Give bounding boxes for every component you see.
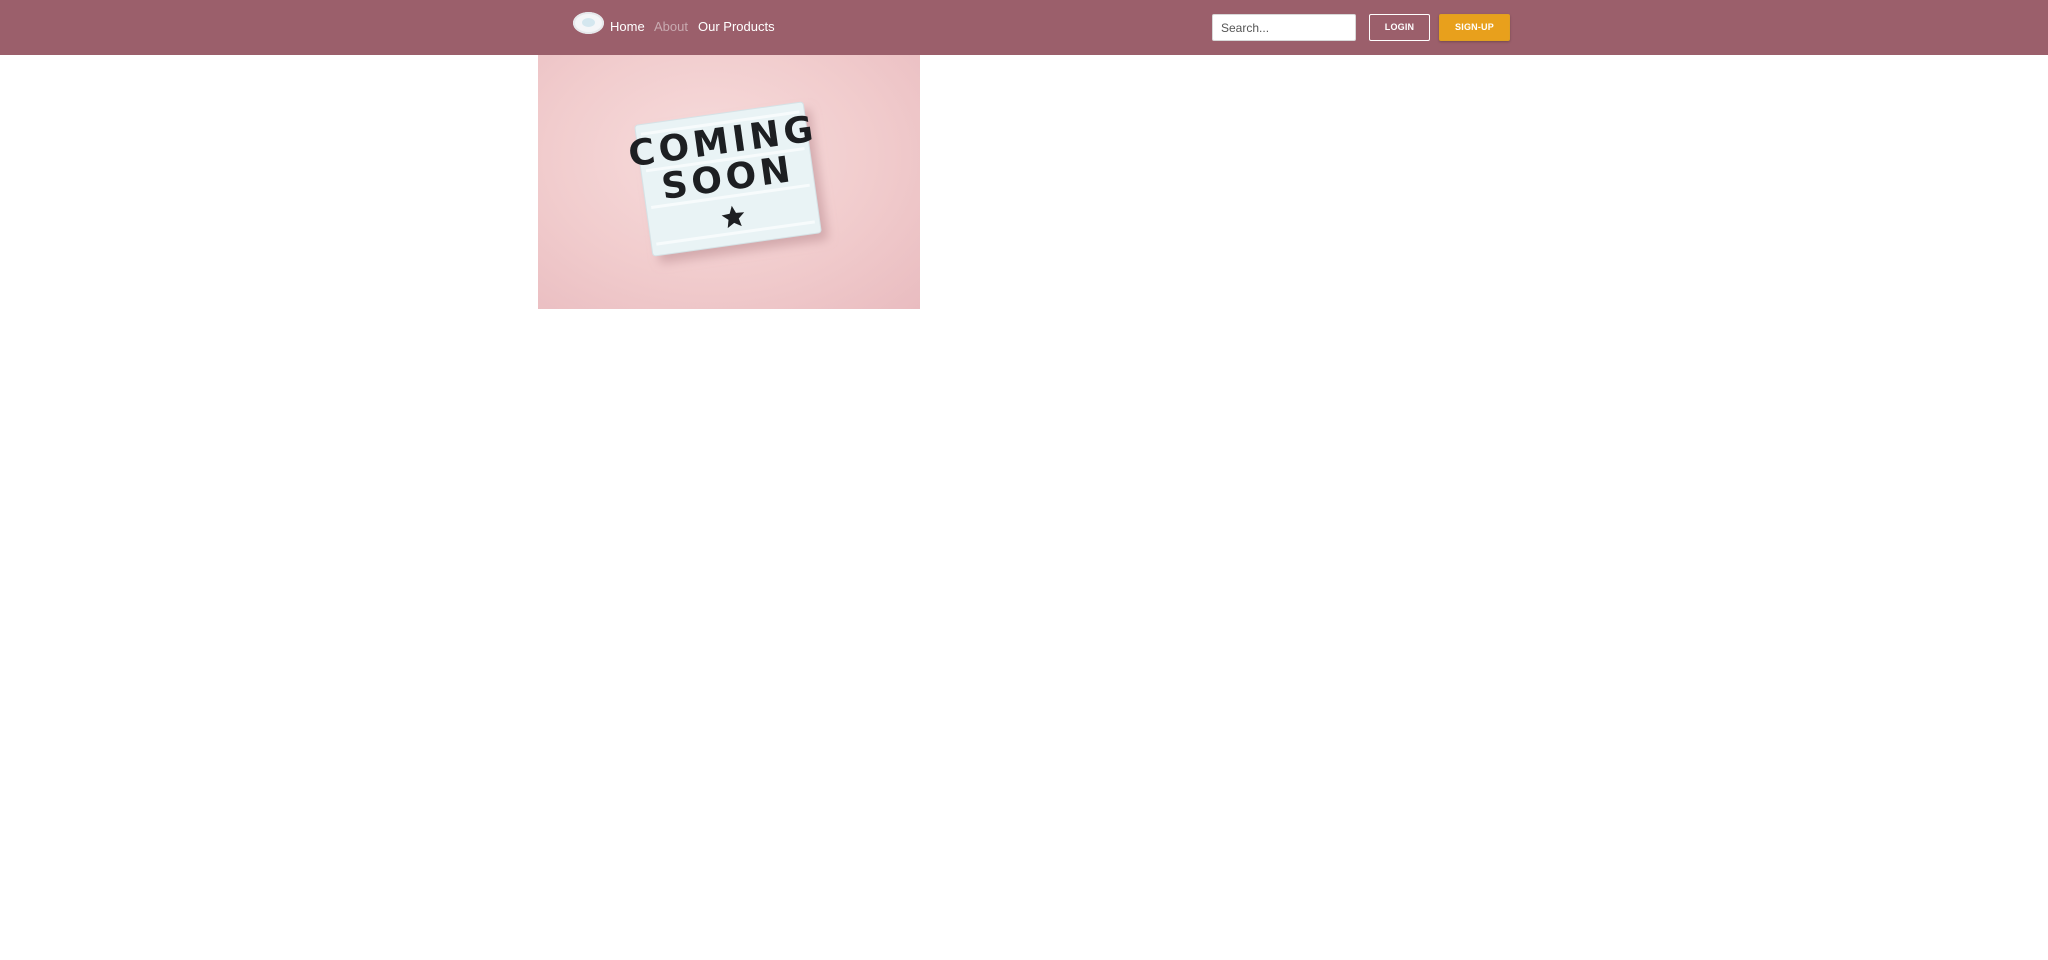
search-input[interactable] <box>1212 14 1356 41</box>
login-button[interactable]: LOGIN <box>1369 14 1430 41</box>
brand-logo-icon[interactable] <box>573 12 604 34</box>
coming-soon-image: COMING SOON <box>538 55 920 309</box>
top-navbar: Home About Our Products LOGIN SIGN-UP <box>0 0 2048 55</box>
signup-button[interactable]: SIGN-UP <box>1439 14 1510 41</box>
nav-link-our-products[interactable]: Our Products <box>698 19 775 35</box>
lightbox-sign: COMING SOON <box>626 101 822 257</box>
nav-link-about[interactable]: About <box>654 19 688 35</box>
nav-link-home[interactable]: Home <box>610 19 645 35</box>
